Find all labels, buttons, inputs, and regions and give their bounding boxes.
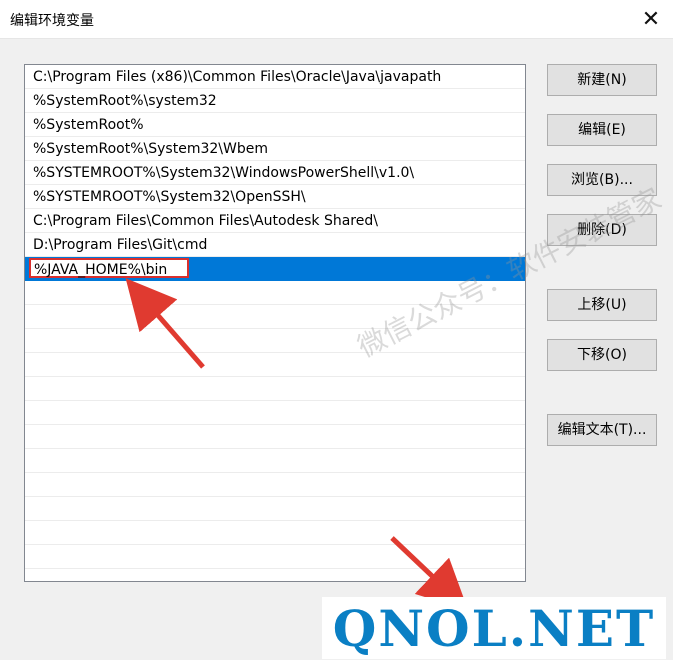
path-edit-field[interactable]: %JAVA_HOME%\bin [29, 258, 189, 278]
edit-text-button[interactable]: 编辑文本(T)... [547, 414, 657, 446]
list-item[interactable]: %SYSTEMROOT%\System32\OpenSSH\ [25, 185, 525, 209]
empty-row [25, 497, 525, 521]
empty-row [25, 521, 525, 545]
new-button[interactable]: 新建(N) [547, 64, 657, 96]
list-item[interactable]: %SystemRoot%\System32\Wbem [25, 137, 525, 161]
list-item[interactable]: C:\Program Files\Common Files\Autodesk S… [25, 209, 525, 233]
move-down-button[interactable]: 下移(O) [547, 339, 657, 371]
empty-row [25, 425, 525, 449]
list-item-selected[interactable]: %JAVA_HOME%\bin [25, 257, 525, 281]
list-item[interactable]: %SystemRoot%\system32 [25, 89, 525, 113]
title-bar: 编辑环境变量 ✕ [0, 0, 673, 38]
list-item[interactable]: D:\Program Files\Git\cmd [25, 233, 525, 257]
empty-row [25, 353, 525, 377]
list-item[interactable]: %SYSTEMROOT%\System32\WindowsPowerShell\… [25, 161, 525, 185]
empty-row [25, 449, 525, 473]
empty-row [25, 473, 525, 497]
empty-row [25, 401, 525, 425]
move-up-button[interactable]: 上移(U) [547, 289, 657, 321]
empty-row [25, 377, 525, 401]
list-item[interactable]: C:\Program Files (x86)\Common Files\Orac… [25, 65, 525, 89]
close-icon[interactable]: ✕ [629, 0, 673, 38]
window-title: 编辑环境变量 [10, 13, 94, 29]
edit-button[interactable]: 编辑(E) [547, 114, 657, 146]
empty-row [25, 329, 525, 353]
divider [0, 38, 673, 39]
site-logo: QNOL.NET [322, 597, 666, 659]
list-item[interactable]: %SystemRoot% [25, 113, 525, 137]
empty-row [25, 545, 525, 569]
